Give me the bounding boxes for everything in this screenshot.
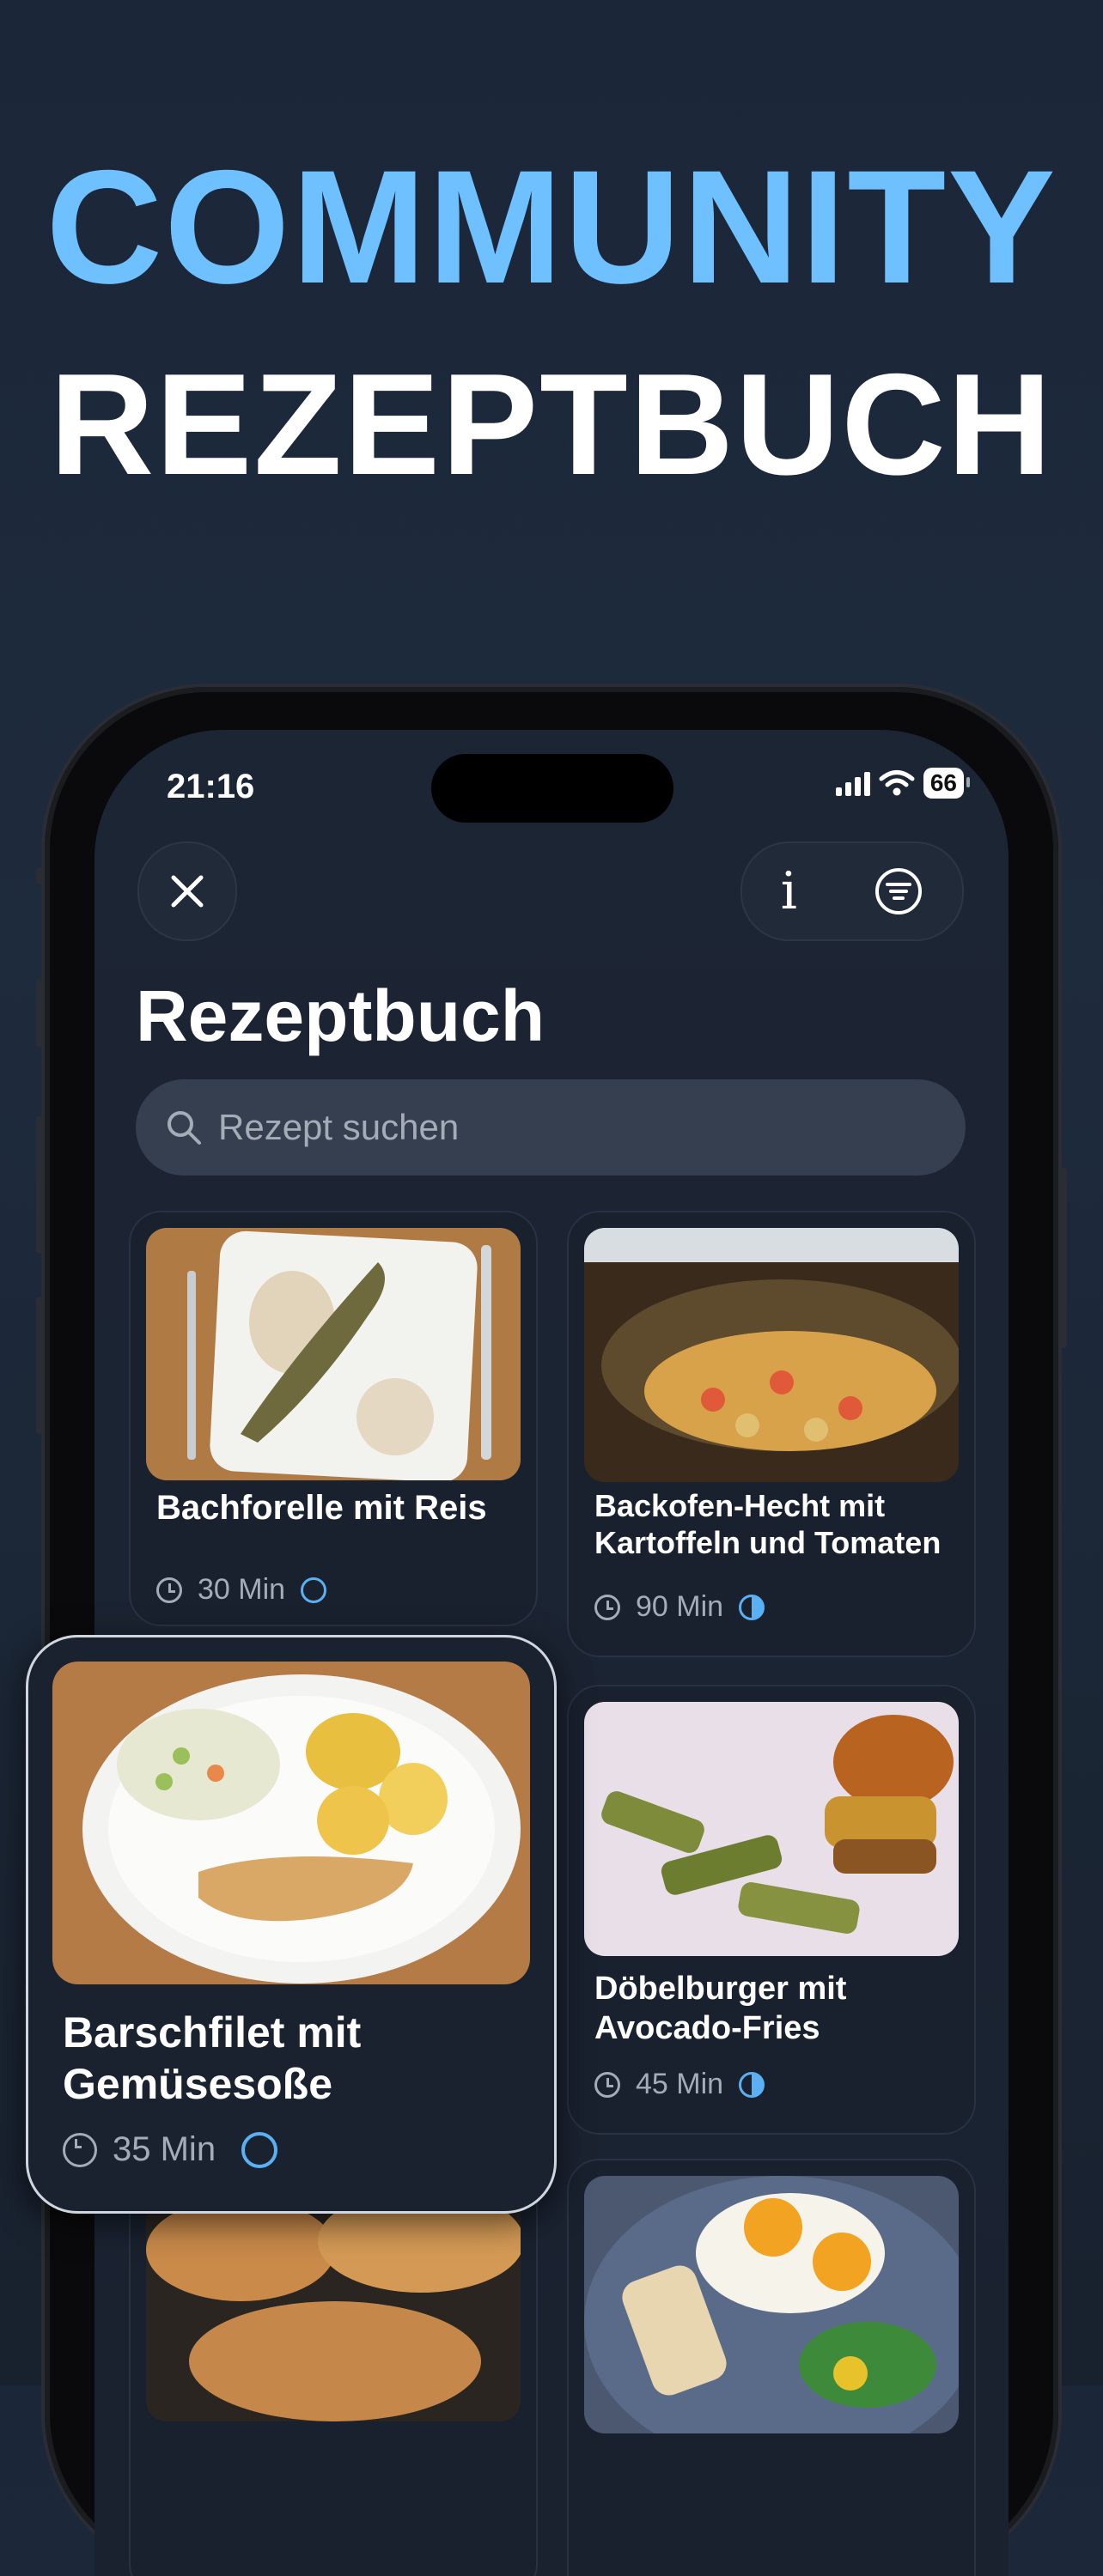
- recipe-meta: 35 Min: [63, 2130, 278, 2169]
- phone-side-button: [36, 1297, 43, 1434]
- recipe-card[interactable]: Backofen-Hecht mit Kartoffeln und Tomate…: [567, 1211, 976, 1657]
- search-placeholder: Rezept suchen: [218, 1107, 460, 1147]
- close-icon: [171, 875, 204, 908]
- recipe-meta: 90 Min: [594, 1590, 765, 1624]
- difficulty-icon: [739, 2071, 765, 2098]
- search-input[interactable]: Rezept suchen: [136, 1079, 966, 1176]
- recipe-image: [584, 1702, 959, 1956]
- cellular-signal-icon: [835, 770, 870, 796]
- clock-icon: [63, 2132, 97, 2167]
- headline-community: COMMUNITY: [46, 137, 1057, 317]
- phone-side-button: [36, 1116, 43, 1254]
- dynamic-island: [431, 754, 673, 823]
- clock-icon: [594, 1594, 620, 1620]
- recipe-card[interactable]: Bachforelle mit Reis 30 Min: [129, 1211, 538, 1626]
- difficulty-icon: [739, 1594, 765, 1620]
- toolbar-pill: i: [740, 841, 964, 941]
- recipe-image: [52, 1662, 530, 1984]
- recipe-title: Barschfilet mit Gemüsesoße: [63, 2008, 362, 2108]
- search-icon: [165, 1109, 203, 1146]
- recipe-title: Döbelburger mit Avocado-Fries: [594, 1971, 847, 2046]
- info-button[interactable]: i: [781, 866, 797, 917]
- recipe-card[interactable]: [567, 2159, 976, 2576]
- page-title: Rezeptbuch: [136, 975, 545, 1056]
- battery-indicator: 66: [923, 768, 971, 799]
- recipe-title: Bachforelle mit Reis: [156, 1489, 487, 1527]
- phone-side-button: [36, 979, 43, 1048]
- phone-side-button: [36, 867, 43, 884]
- close-button[interactable]: [137, 841, 237, 941]
- featured-recipe-card[interactable]: Barschfilet mit Gemüsesoße 35 Min: [26, 1635, 557, 2214]
- phone-side-button: [1060, 1168, 1067, 1348]
- clock-icon: [156, 1577, 182, 1603]
- filter-icon[interactable]: [874, 866, 923, 916]
- status-time: 21:16: [167, 768, 255, 805]
- recipe-title: Backofen-Hecht mit Kartoffeln und Tomate…: [594, 1488, 942, 1561]
- recipe-time: 90 Min: [636, 1590, 724, 1623]
- status-icons: 66: [835, 768, 971, 799]
- recipe-image: [584, 2176, 959, 2433]
- recipe-time: 30 Min: [198, 1573, 286, 1606]
- recipe-card[interactable]: Döbelburger mit Avocado-Fries 45 Min: [567, 1685, 976, 2135]
- recipe-image: [584, 1228, 959, 1482]
- recipe-meta: 30 Min: [156, 1573, 327, 1607]
- wifi-icon: [879, 770, 915, 796]
- recipe-time: 45 Min: [636, 2068, 724, 2100]
- recipe-time: 35 Min: [113, 2130, 216, 2168]
- phone-frame: 21:16 66 i Rezeptbuch Rezept suchen Bach…: [36, 687, 1067, 2576]
- headline-rezeptbuch: REZEPTBUCH: [49, 343, 1054, 505]
- difficulty-icon: [301, 1577, 327, 1603]
- recipe-meta: 45 Min: [594, 2068, 765, 2101]
- difficulty-icon: [241, 2131, 278, 2168]
- recipe-image: [146, 1228, 521, 1480]
- clock-icon: [594, 2071, 620, 2098]
